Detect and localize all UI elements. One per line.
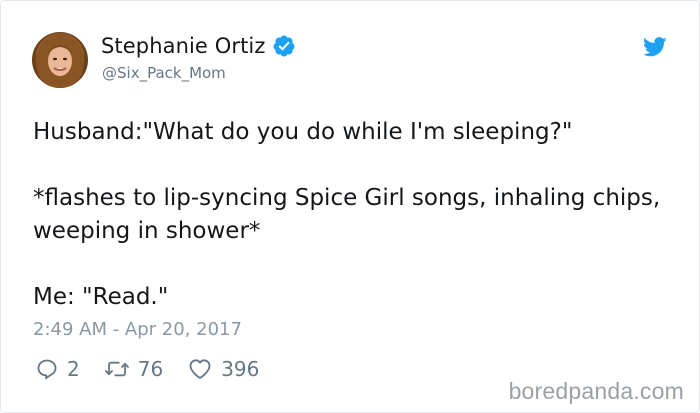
tweet-timestamp[interactable]: 2:49 AM - Apr 20, 2017 (33, 319, 242, 340)
twitter-bird-icon[interactable] (642, 37, 667, 57)
verified-badge-icon (272, 34, 296, 58)
like-count: 396 (221, 357, 260, 381)
heart-icon (189, 359, 211, 379)
like-button[interactable]: 396 (187, 357, 259, 381)
avatar[interactable] (32, 32, 88, 88)
retweet-count: 76 (137, 357, 164, 381)
watermark: boredpanda.com (508, 378, 684, 404)
tweet-card: Stephanie Ortiz @Six_Pack_Mom Husband:"W… (0, 0, 700, 413)
reply-icon (37, 359, 57, 380)
retweet-icon (104, 361, 129, 377)
reply-count: 2 (67, 357, 80, 381)
reply-button[interactable]: 2 (35, 357, 80, 381)
display-name[interactable]: Stephanie Ortiz (101, 34, 266, 58)
user-handle[interactable]: @Six_Pack_Mom (102, 64, 226, 82)
tweet-actions: 2 76 396 (35, 357, 283, 381)
tweet-text: Husband:"What do you do while I'm sleepi… (33, 119, 661, 310)
user-name-row: Stephanie Ortiz (101, 34, 296, 58)
retweet-button[interactable]: 76 (104, 357, 163, 381)
